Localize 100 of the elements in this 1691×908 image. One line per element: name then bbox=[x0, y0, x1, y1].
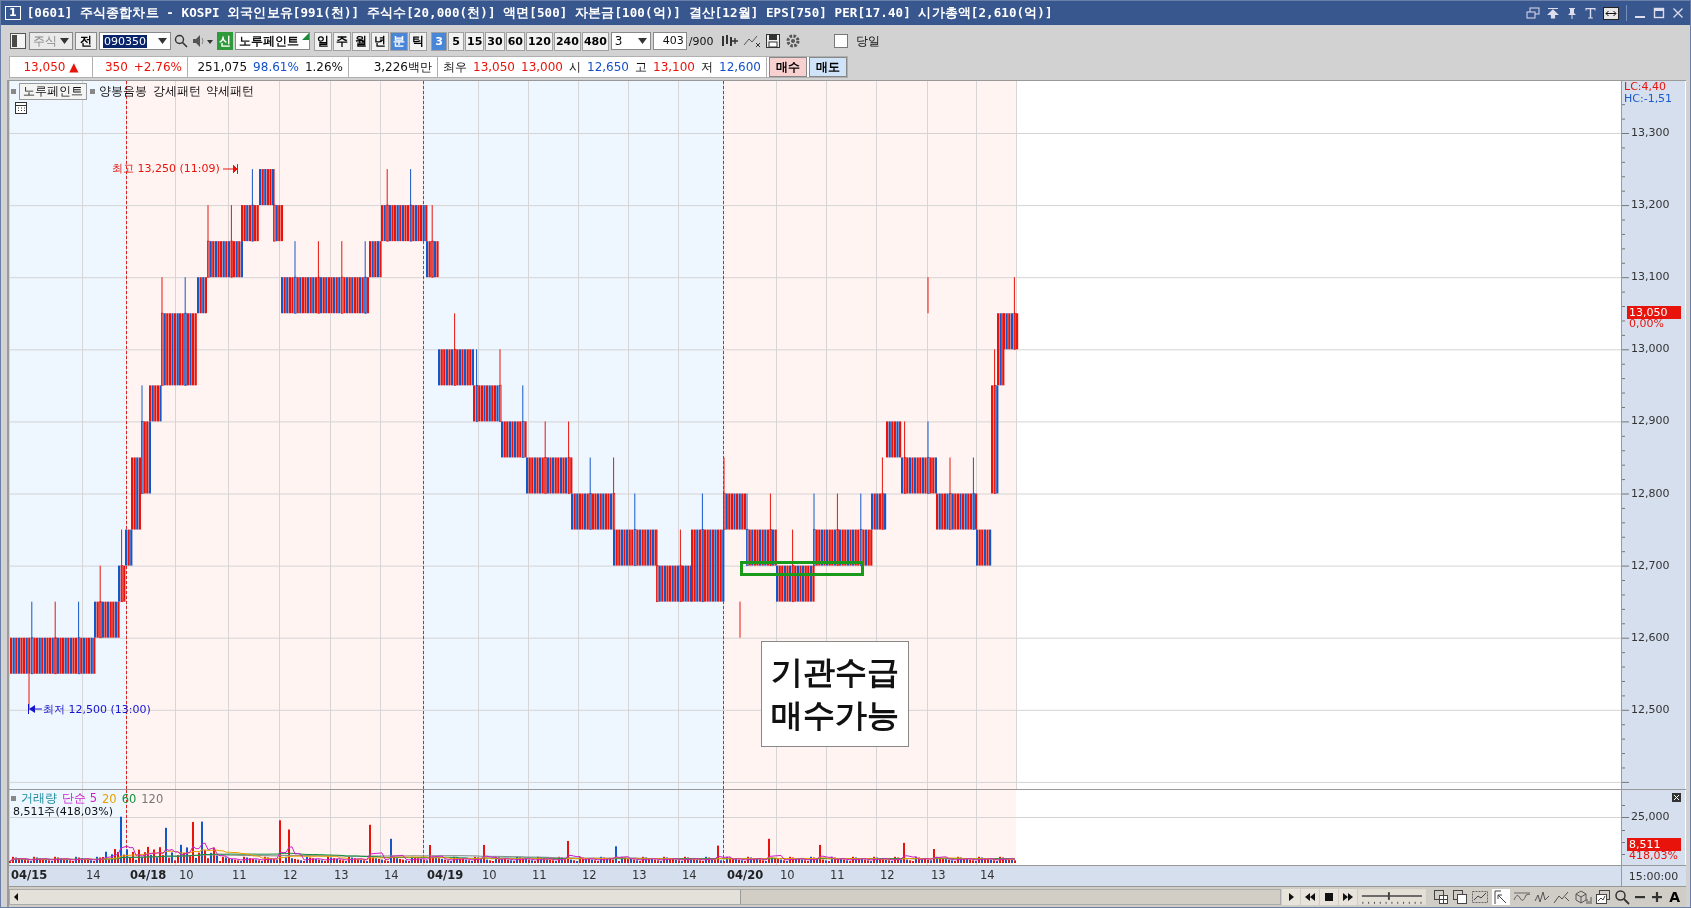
window-number: 1 bbox=[5, 6, 21, 20]
low-price-label: 최저 12,500 (13:00) bbox=[43, 701, 151, 717]
pencil-line-icon[interactable] bbox=[1553, 889, 1572, 905]
interval-button[interactable]: 3 bbox=[431, 31, 447, 51]
count-max: /900 bbox=[688, 34, 714, 48]
count-field[interactable]: 403 bbox=[652, 32, 687, 50]
end-time-label: 15:00:00 bbox=[1628, 869, 1679, 883]
period-tab[interactable]: 주 bbox=[333, 31, 351, 51]
quote-value: 최우 bbox=[443, 58, 467, 76]
hc-value: HC:-1,51 bbox=[1624, 93, 1673, 105]
volume-legend-item: 단순 5 bbox=[62, 791, 97, 806]
overlap-icon[interactable] bbox=[1452, 889, 1469, 905]
hour-label: 11 bbox=[830, 868, 845, 882]
rewind-icon[interactable] bbox=[1301, 889, 1320, 905]
order-button[interactable]: 매도 bbox=[809, 57, 847, 77]
order-button[interactable]: 매수 bbox=[769, 57, 807, 77]
indicator-name[interactable]: 노루페인트 bbox=[19, 83, 87, 100]
current-change-label: 0,00% bbox=[1629, 318, 1664, 331]
stock-code-field[interactable]: 090350 bbox=[99, 32, 171, 50]
search-icon[interactable] bbox=[1614, 889, 1631, 905]
hour-label: 14 bbox=[86, 868, 101, 882]
high-price-label: 최고 13,250 (11:09) bbox=[112, 161, 220, 177]
price-tick: 12,500 bbox=[1631, 701, 1670, 718]
move-top-icon[interactable] bbox=[1547, 7, 1559, 19]
interval-button[interactable]: 15 bbox=[465, 31, 485, 51]
stop-icon[interactable] bbox=[1320, 889, 1339, 905]
volume-legend-item: 60 bbox=[121, 791, 137, 806]
all-button[interactable]: 전 bbox=[75, 32, 97, 50]
volume-ratio-label: 418,03% bbox=[1629, 850, 1678, 862]
slider-thumb[interactable] bbox=[1388, 892, 1391, 900]
price-tick: 12,800 bbox=[1631, 485, 1670, 502]
quote-value: 98.61% bbox=[253, 60, 299, 74]
quote-value: 3,226백만 bbox=[373, 58, 432, 76]
maximize-icon[interactable] bbox=[1653, 7, 1665, 19]
volume-tick: 25,000 bbox=[1631, 809, 1670, 825]
interval-button[interactable]: 60 bbox=[505, 31, 525, 51]
volume-legend-item: 120 bbox=[141, 791, 164, 806]
period-tab[interactable]: 월 bbox=[352, 31, 370, 51]
today-checkbox[interactable] bbox=[833, 34, 848, 48]
interval-button[interactable]: 240 bbox=[553, 31, 581, 51]
layout-icon[interactable] bbox=[9, 32, 27, 50]
interval-dropdown[interactable]: 3 bbox=[610, 32, 651, 50]
chart-window-icon[interactable] bbox=[1595, 889, 1612, 905]
interval-button[interactable]: 480 bbox=[581, 31, 609, 51]
volume-legend-item: 20 bbox=[102, 791, 117, 806]
period-tab[interactable]: 분 bbox=[390, 31, 408, 51]
quote-value: 251,075 bbox=[197, 60, 248, 74]
table-icon[interactable] bbox=[15, 102, 27, 114]
hour-label: 10 bbox=[179, 868, 194, 882]
zoom-in-icon[interactable] bbox=[1650, 889, 1665, 905]
right-arrow-icon bbox=[222, 163, 239, 174]
interval-button[interactable]: 120 bbox=[525, 31, 553, 51]
quote-value: 13,000 bbox=[521, 60, 563, 74]
new-badge: 신 bbox=[217, 32, 233, 50]
text-tool-icon[interactable] bbox=[1585, 7, 1596, 19]
restore-window-icon[interactable] bbox=[1526, 7, 1540, 19]
price-tick: 13,200 bbox=[1631, 197, 1670, 214]
date-label: 04/18 bbox=[130, 868, 167, 882]
quote-value: 시 bbox=[569, 58, 581, 76]
price-tick: 12,700 bbox=[1631, 557, 1670, 574]
hour-label: 13 bbox=[334, 868, 349, 882]
price-tick: 13,300 bbox=[1631, 125, 1670, 141]
cube-chart-icon[interactable] bbox=[1574, 889, 1593, 905]
current-price-label: 13,050 bbox=[1627, 306, 1681, 320]
speed-slider[interactable] bbox=[1358, 889, 1427, 905]
quote-value: 12,650 bbox=[587, 60, 629, 74]
pin-icon[interactable] bbox=[1566, 7, 1578, 19]
search-icon[interactable] bbox=[173, 32, 189, 50]
volume-legend-item: 거래량 bbox=[21, 791, 57, 806]
hour-label: 10 bbox=[780, 868, 795, 882]
save-icon[interactable] bbox=[763, 32, 782, 50]
price-tick: 12,600 bbox=[1631, 629, 1670, 646]
font-size-button[interactable]: A bbox=[1667, 889, 1682, 905]
caret-icon bbox=[60, 38, 69, 44]
period-tab[interactable]: 일 bbox=[314, 31, 332, 51]
hour-label: 12 bbox=[582, 868, 597, 882]
legend-bullet-icon bbox=[90, 89, 95, 94]
fast-forward-icon[interactable] bbox=[1339, 889, 1358, 905]
interval-button[interactable]: 30 bbox=[485, 31, 505, 51]
period-tab[interactable]: 틱 bbox=[409, 31, 427, 51]
trend-box-icon[interactable] bbox=[1471, 889, 1490, 905]
window-split-icon[interactable] bbox=[1433, 889, 1450, 905]
legend-bullet-icon bbox=[11, 89, 16, 94]
price-tick: 13,100 bbox=[1631, 269, 1670, 286]
zigzag-icon[interactable] bbox=[1534, 889, 1551, 905]
hour-label: 14 bbox=[384, 868, 399, 882]
quote-value: 1.26% bbox=[304, 60, 343, 74]
date-label: 04/19 bbox=[427, 868, 464, 882]
period-tab[interactable]: 년 bbox=[371, 31, 389, 51]
resize-arrows-icon[interactable] bbox=[1603, 6, 1619, 20]
quote-value: 고 bbox=[635, 58, 647, 76]
close-icon[interactable] bbox=[1672, 7, 1684, 19]
interval-button[interactable]: 5 bbox=[448, 31, 464, 51]
quote-value: 12,600 bbox=[719, 60, 761, 74]
today-label: 당일 bbox=[855, 32, 880, 50]
current-volume-label: 8,511 bbox=[1627, 838, 1681, 851]
hour-label: 12 bbox=[880, 868, 895, 882]
scroll-bar[interactable] bbox=[9, 889, 1282, 905]
stock-name-field[interactable]: 노루페인트 bbox=[235, 32, 310, 50]
play-icon[interactable] bbox=[1282, 889, 1301, 905]
